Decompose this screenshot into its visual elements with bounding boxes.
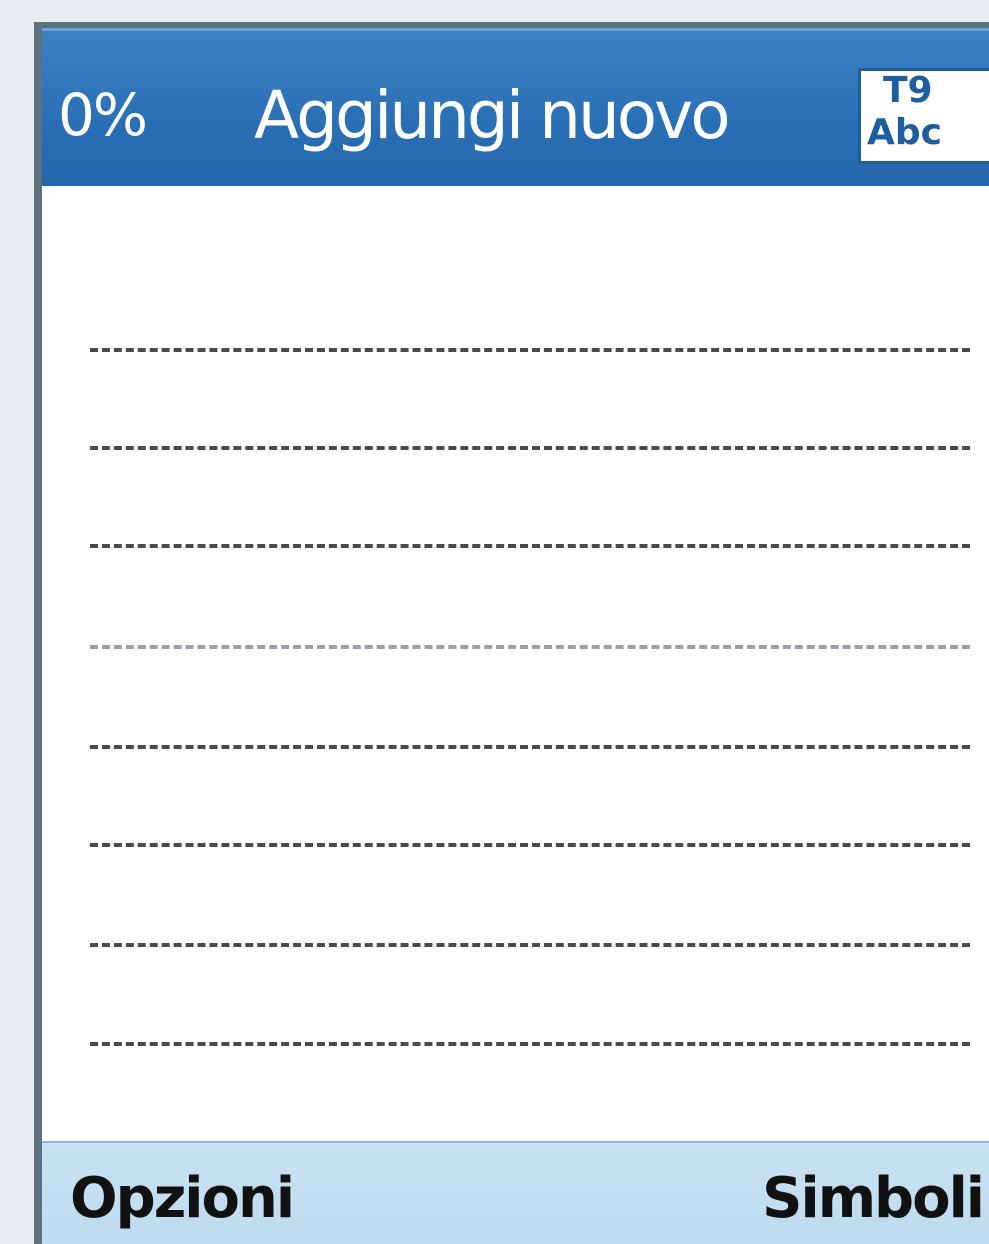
symbols-softkey[interactable]: Simboli [762, 1165, 985, 1233]
text-line [90, 544, 970, 548]
input-mode-t9-label: T9 [883, 70, 933, 111]
text-line [90, 843, 970, 847]
options-softkey[interactable]: Opzioni [70, 1165, 295, 1233]
memory-indicator: 0% [58, 81, 148, 149]
phone-screen: 0% Aggiungi nuovo T9 Abc Opzioni Simboli [34, 22, 989, 1244]
text-line [90, 1042, 970, 1046]
text-line [90, 745, 970, 749]
text-editor-area[interactable] [42, 186, 989, 1141]
screen-title: Aggiungi nuovo [254, 77, 731, 154]
t9-input-mode-icon: T9 Abc [858, 68, 989, 164]
title-bar: 0% Aggiungi nuovo T9 Abc [42, 28, 989, 186]
text-line [90, 943, 970, 947]
softkey-bar: Opzioni Simboli [42, 1141, 989, 1244]
text-line [90, 446, 970, 450]
text-line [90, 645, 970, 649]
text-line [90, 348, 970, 352]
input-mode-case-label: Abc [867, 112, 942, 153]
